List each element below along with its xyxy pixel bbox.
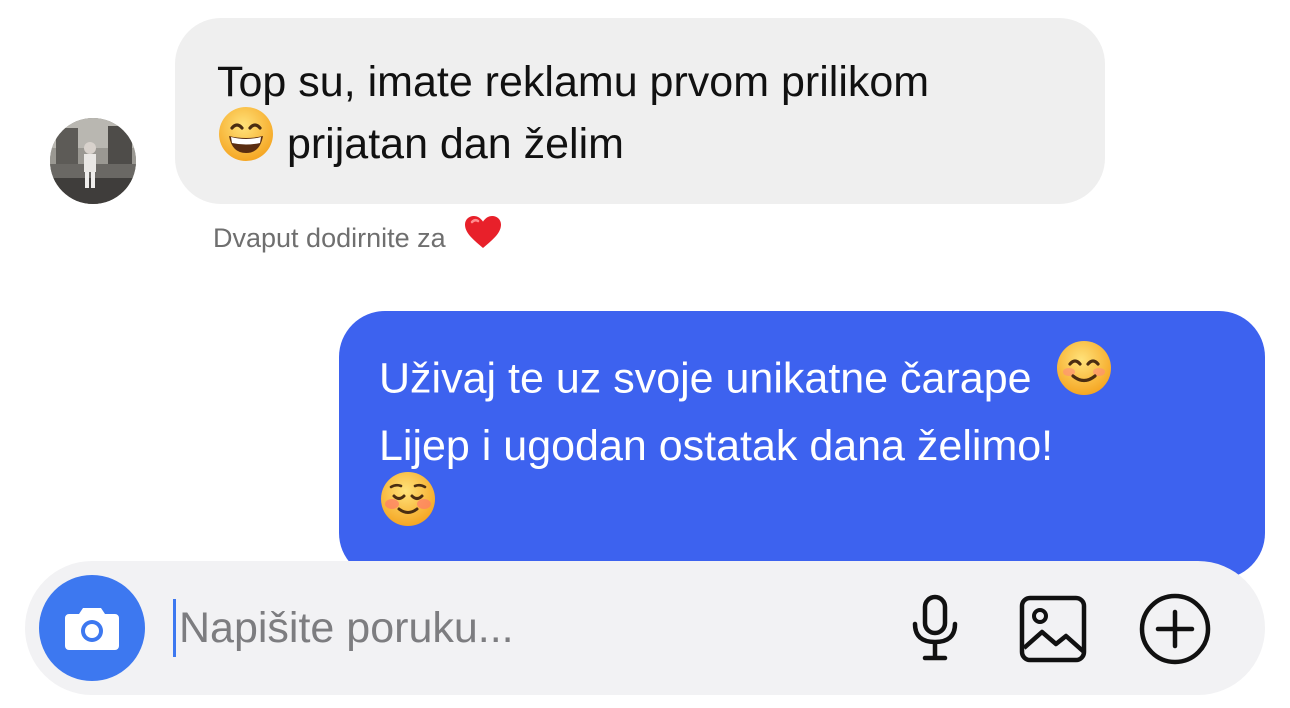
gallery-icon xyxy=(1019,595,1087,663)
microphone-button[interactable] xyxy=(897,591,973,667)
outgoing-message-bubble[interactable]: Uživaj te uz svoje unikatne čarape Lijep… xyxy=(339,311,1265,579)
add-button[interactable] xyxy=(1137,591,1213,667)
message-input[interactable] xyxy=(179,593,869,663)
double-tap-hint: Dvaput dodirnite za xyxy=(213,216,503,261)
incoming-message-line-2: prijatan dan želim xyxy=(217,107,1063,180)
contact-avatar[interactable] xyxy=(50,118,136,204)
outgoing-message-line-3 xyxy=(379,472,1225,546)
smiling-face-emoji-icon xyxy=(379,470,437,546)
incoming-message-line-1: Top su, imate reklamu prvom prilikom xyxy=(217,58,930,106)
camera-button[interactable] xyxy=(39,575,145,681)
outgoing-message-line-2: Lijep i ugodan ostatak dana želimo! xyxy=(379,422,1054,470)
smiling-eyes-emoji-icon xyxy=(1055,339,1113,415)
avatar-photo xyxy=(50,118,136,204)
text-caret xyxy=(173,599,176,657)
gallery-button[interactable] xyxy=(1015,591,1091,667)
incoming-message-line-2-text: prijatan dan želim xyxy=(286,119,624,168)
chat-screen: Top su, imate reklamu prvom prilikom pri… xyxy=(0,0,1290,708)
message-input-wrapper xyxy=(173,593,873,663)
message-composer xyxy=(25,561,1265,695)
heart-icon[interactable] xyxy=(463,214,503,261)
double-tap-hint-text: Dvaput dodirnite za xyxy=(213,223,446,253)
outgoing-message-line-1: Uživaj te uz svoje unikatne čarape xyxy=(379,341,1225,415)
plus-icon xyxy=(1139,593,1211,665)
microphone-icon xyxy=(912,594,958,661)
camera-icon xyxy=(65,608,119,650)
outgoing-message-line-1-text: Uživaj te uz svoje unikatne čarape xyxy=(379,354,1032,403)
incoming-message-bubble[interactable]: Top su, imate reklamu prvom prilikom pri… xyxy=(175,18,1105,204)
grinning-face-emoji-icon xyxy=(217,105,275,180)
